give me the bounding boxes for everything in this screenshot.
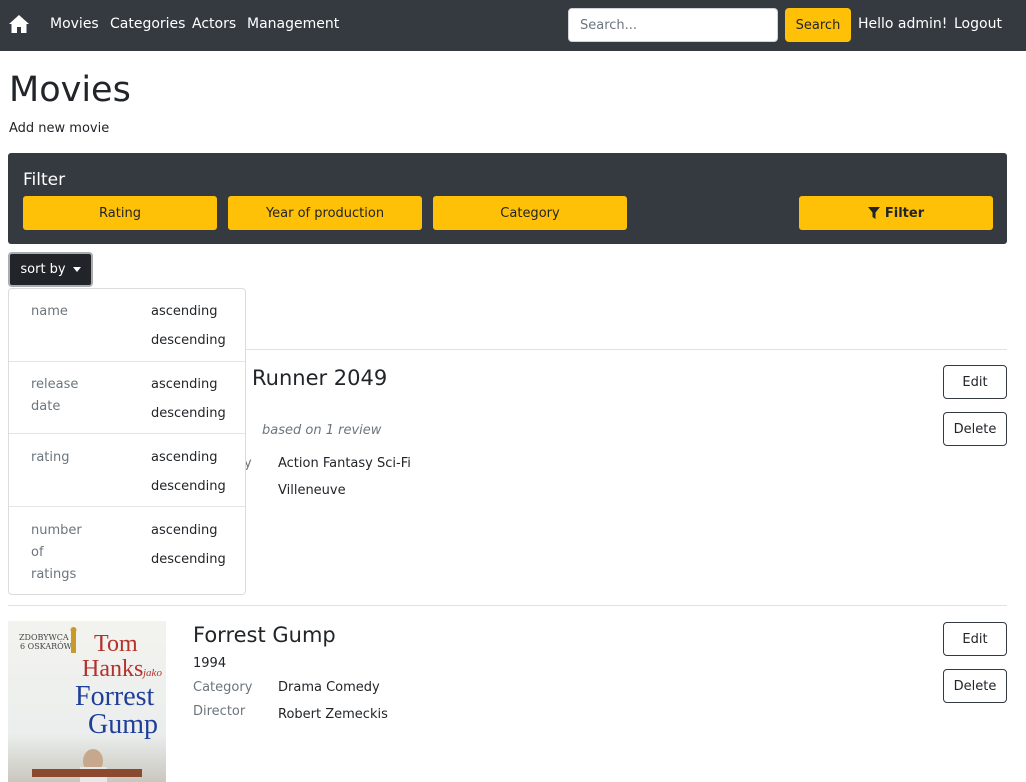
movie-director: Robert Zemeckis <box>278 707 388 722</box>
poster-line1: ZDOBYWCA <box>19 633 69 642</box>
movie-title[interactable]: Runner 2049 <box>252 366 387 390</box>
filter-panel: Filter Rating Year of production Categor… <box>8 153 1007 244</box>
sort-by-label: sort by <box>20 262 66 277</box>
director-label: Director <box>193 704 246 719</box>
nav-actors[interactable]: Actors <box>192 16 236 32</box>
caret-down-icon <box>72 267 81 272</box>
nav-movies[interactable]: Movies <box>50 16 99 32</box>
poster-line3: Tom <box>94 631 138 657</box>
dropdown-divider <box>9 506 245 507</box>
sort-rating-descending[interactable]: descending <box>151 479 226 494</box>
movie-divider <box>8 605 1007 606</box>
sort-name-ascending[interactable]: ascending <box>151 304 217 319</box>
home-icon[interactable] <box>8 14 30 36</box>
movie-category: Drama Comedy <box>278 680 380 695</box>
poster-line7: Gump <box>88 709 158 740</box>
sort-number-of-ratings-ascending[interactable]: ascending <box>151 523 217 538</box>
sort-dropdown-menu: name ascending descending release date a… <box>8 288 246 595</box>
sort-release-date-ascending[interactable]: ascending <box>151 377 217 392</box>
sort-option-rating-label: rating <box>31 450 70 465</box>
funnel-icon <box>867 207 880 219</box>
sort-rating-ascending[interactable]: ascending <box>151 450 217 465</box>
logout-link[interactable]: Logout <box>954 16 1002 32</box>
filter-title: Filter <box>23 170 66 190</box>
nav-categories[interactable]: Categories <box>110 16 185 32</box>
review-count: based on 1 review <box>262 423 382 438</box>
nav-management[interactable]: Management <box>247 16 339 32</box>
year-filter-button[interactable]: Year of production <box>228 196 422 230</box>
category-filter-button[interactable]: Category <box>433 196 627 230</box>
category-label: Category <box>193 680 253 695</box>
user-greeting: Hello admin! <box>858 16 948 32</box>
poster-line2: 6 OSKARÓW <box>20 642 73 651</box>
search-button[interactable]: Search <box>785 8 851 42</box>
search-input[interactable] <box>568 8 778 42</box>
sort-release-date-descending[interactable]: descending <box>151 406 226 421</box>
sort-by-button[interactable]: sort by <box>8 252 93 287</box>
sort-name-descending[interactable]: descending <box>151 333 226 348</box>
dropdown-divider <box>9 433 245 434</box>
sort-number-of-ratings-descending[interactable]: descending <box>151 552 226 567</box>
add-movie-link[interactable]: Add new movie <box>9 121 109 136</box>
poster-line4: Hanks <box>82 656 143 682</box>
edit-button[interactable]: Edit <box>943 365 1007 399</box>
navbar: Movies Categories Actors Management Sear… <box>0 0 1026 51</box>
movie-poster[interactable]: ZDOBYWCA 6 OSKARÓW Tom Hanks jako Forres… <box>8 621 166 782</box>
edit-button[interactable]: Edit <box>943 622 1007 656</box>
poster-line5: jako <box>141 667 162 679</box>
dropdown-divider <box>9 361 245 362</box>
movie-title[interactable]: Forrest Gump <box>193 623 336 647</box>
sort-option-name-label: name <box>31 304 68 319</box>
delete-button[interactable]: Delete <box>943 412 1007 446</box>
page-title: Movies <box>9 70 131 110</box>
poster-artwork: ZDOBYWCA 6 OSKARÓW Tom Hanks jako Forres… <box>19 627 162 782</box>
poster-line6: Forrest <box>75 681 155 712</box>
movie-category: Action Fantasy Sci-Fi <box>278 456 411 471</box>
rating-filter-button[interactable]: Rating <box>23 196 217 230</box>
filter-submit-label: Filter <box>884 205 925 221</box>
delete-button[interactable]: Delete <box>943 669 1007 703</box>
movie-director: Villeneuve <box>278 483 346 498</box>
filter-submit-button[interactable]: Filter <box>799 196 993 230</box>
movie-year: 1994 <box>193 656 227 671</box>
sort-option-number-of-ratings-label: number of ratings <box>31 523 82 582</box>
sort-option-release-date-label: release date <box>31 377 79 414</box>
